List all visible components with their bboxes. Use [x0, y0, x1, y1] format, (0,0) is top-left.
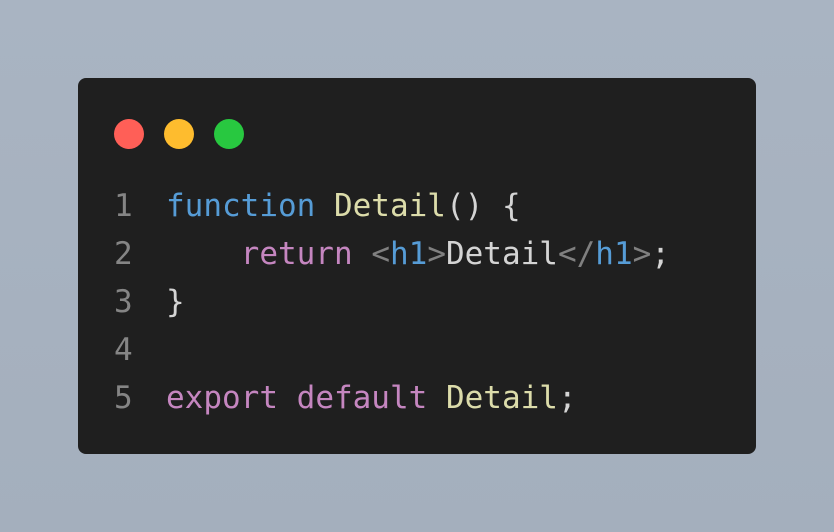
code-token: h1 — [389, 236, 428, 272]
minimize-window-dot[interactable] — [164, 119, 194, 149]
code-token: default — [296, 380, 428, 416]
close-window-dot[interactable] — [114, 119, 144, 149]
code-token: } — [166, 284, 185, 320]
code-text: } — [166, 278, 185, 326]
line-number: 5 — [114, 380, 133, 416]
code-token: > — [427, 236, 446, 272]
line-number: 4 — [114, 332, 133, 368]
code-token: Detail — [445, 236, 558, 272]
code-token: </ — [557, 236, 596, 272]
code-token: return — [240, 236, 353, 272]
code-window: 1 function Detail() {2 return <h1>Detail<… — [78, 78, 756, 454]
line-number: 3 — [114, 284, 133, 320]
code-line: 5 export default Detail; — [78, 374, 756, 422]
code-token: () { — [445, 188, 521, 224]
code-text: export default Detail; — [166, 374, 577, 422]
code-block: 1 function Detail() {2 return <h1>Detail<… — [78, 182, 756, 422]
code-token: h1 — [595, 236, 633, 272]
code-token: > — [632, 236, 652, 272]
code-token: Detail — [333, 188, 446, 224]
code-text: return <h1>Detail</h1>; — [166, 230, 670, 278]
code-token: < — [371, 236, 390, 272]
line-number: 1 — [114, 188, 133, 224]
code-token: Detail — [445, 380, 558, 416]
code-token: function — [166, 188, 316, 224]
line-number: 2 — [114, 236, 133, 272]
code-text: function Detail() { — [166, 182, 521, 230]
code-token: ; — [557, 380, 577, 416]
code-token: export — [166, 380, 278, 416]
code-line: 2 return <h1>Detail</h1>; — [78, 230, 756, 278]
code-line: 4 — [78, 326, 756, 374]
code-line: 3} — [78, 278, 756, 326]
code-token: ; — [651, 236, 670, 272]
code-line: 1 function Detail() { — [78, 182, 756, 230]
maximize-window-dot[interactable] — [214, 119, 244, 149]
